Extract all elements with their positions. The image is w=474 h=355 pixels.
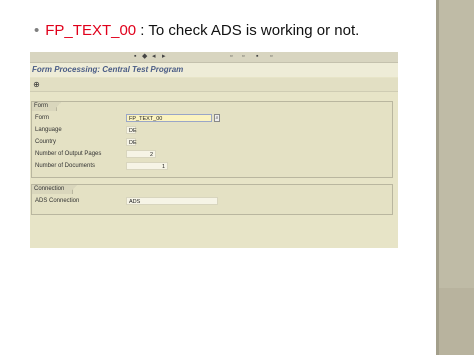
toolbar-icon[interactable]: ▫ (242, 53, 244, 61)
ads-connection-input[interactable]: ADS (126, 197, 218, 205)
form-group-box: Form Form FP_TEXT_00 ⌕ Language DE Count… (31, 101, 393, 178)
toolbar-icon[interactable]: ▪ (256, 53, 258, 61)
output-pages-label: Number of Output Pages (35, 151, 102, 157)
ads-connection-label: ADS Connection (35, 198, 80, 204)
sap-screen-title-bar: Form Processing: Central Test Program (30, 63, 398, 77)
language-label: Language (35, 127, 62, 133)
toolbar-icon[interactable]: ◆ (142, 53, 147, 61)
toolbar-icon[interactable]: ▫ (230, 53, 232, 61)
toolbar-icon[interactable]: ▸ (162, 53, 166, 61)
documents-input[interactable]: 1 (126, 162, 168, 170)
toolbar-icon[interactable]: ◂ (152, 53, 156, 61)
toolbar-icon[interactable]: ▫ (270, 53, 272, 61)
toolbar-icon[interactable]: ▪ (134, 53, 136, 61)
sap-system-toolbar: ▪ ◆ ◂ ▸ ▫ ▫ ▪ ▫ (30, 52, 398, 63)
form-group-title: Form (31, 101, 61, 111)
connection-group-title: Connection (31, 184, 78, 194)
side-bar-edge (436, 0, 439, 355)
bullet-code-text: FP_TEXT_00 (45, 22, 137, 39)
country-label: Country (35, 139, 57, 145)
bullet-description: : To check ADS is working or not. (136, 22, 360, 39)
output-pages-input[interactable]: 2 (126, 150, 156, 158)
sap-screenshot: ▪ ◆ ◂ ▸ ▫ ▫ ▪ ▫ Form Processing: Central… (30, 52, 398, 248)
execute-icon[interactable]: ⊕ (32, 80, 41, 89)
value-help-icon[interactable]: ⌕ (214, 114, 220, 122)
sap-application-toolbar: ⊕ (30, 78, 398, 92)
screen-title: Form Processing: Central Test Program (32, 65, 184, 74)
slide-side-bar (436, 0, 474, 355)
country-input[interactable]: DE (126, 138, 137, 146)
form-label: Form (35, 115, 49, 121)
form-name-input[interactable]: FP_TEXT_00 (126, 114, 212, 122)
bullet-icon: • (34, 22, 40, 39)
side-bar-upper (436, 0, 474, 288)
documents-label: Number of Documents (35, 163, 96, 169)
connection-group-box: Connection ADS Connection ADS (31, 184, 393, 215)
language-input[interactable]: DE (126, 126, 137, 134)
slide-bullet-line: • FP_TEXT_00 : To check ADS is working or… (34, 22, 359, 39)
